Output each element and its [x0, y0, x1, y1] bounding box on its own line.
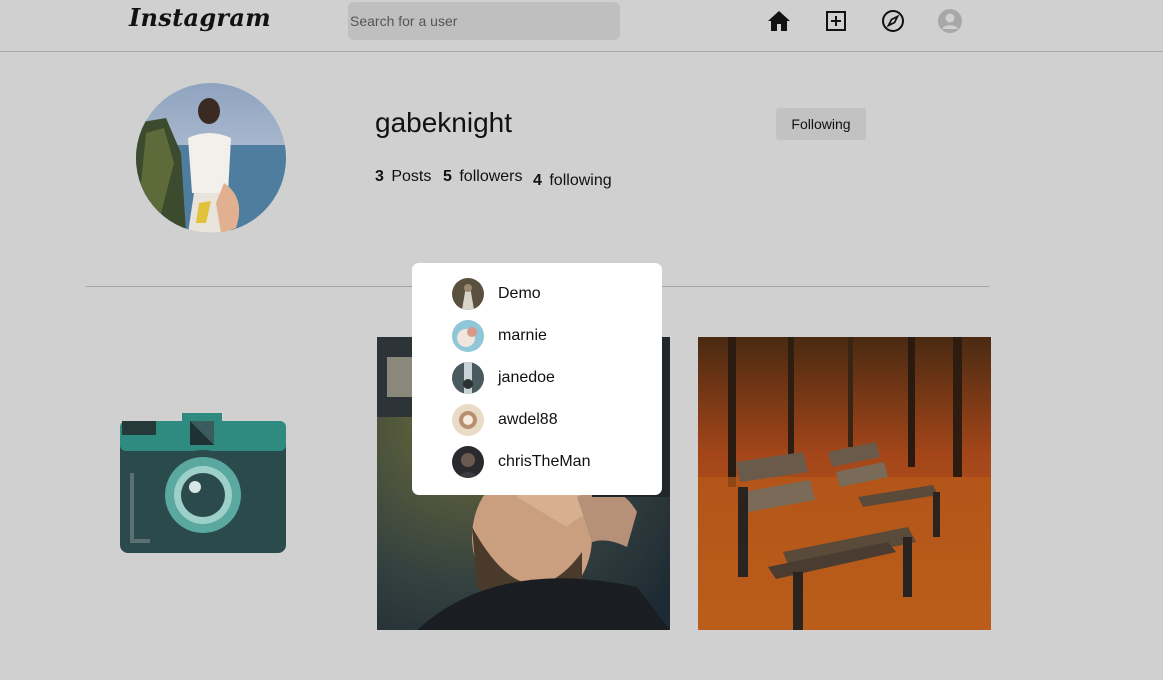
follower-avatar — [452, 446, 484, 478]
home-icon[interactable] — [766, 8, 792, 34]
profile-avatar — [136, 83, 286, 233]
search-input[interactable] — [348, 2, 620, 40]
instagram-logo[interactable]: Instagram — [129, 3, 271, 32]
follower-name: awdel88 — [498, 411, 558, 428]
camera-post-icon[interactable] — [120, 413, 286, 553]
top-navbar: Instagram — [0, 0, 1163, 52]
following-count-value: 4 — [533, 172, 542, 189]
follower-row-demo[interactable]: Demo — [452, 277, 652, 311]
follower-avatar — [452, 404, 484, 436]
follower-name: Demo — [498, 285, 541, 302]
followers-count[interactable]: 5 followers — [443, 168, 523, 186]
posts-count-label: Posts — [391, 168, 432, 185]
follower-name: marnie — [498, 327, 547, 344]
follower-name: chrisTheMan — [498, 453, 591, 470]
following-button[interactable]: Following — [776, 108, 866, 140]
explore-icon[interactable] — [880, 8, 906, 34]
profile-icon[interactable] — [937, 8, 963, 34]
follower-avatar — [452, 278, 484, 310]
following-count[interactable]: 4 following — [533, 172, 612, 190]
follower-row-awdel88[interactable]: awdel88 — [452, 403, 652, 437]
follower-name: janedoe — [498, 369, 555, 386]
posts-count-value: 3 — [375, 168, 384, 185]
followers-popup: Demo marnie janedoe awdel88 chrisTheMan — [412, 263, 662, 495]
follower-row-marnie[interactable]: marnie — [452, 319, 652, 353]
profile-username: gabeknight — [375, 107, 513, 138]
following-count-label: following — [549, 172, 612, 189]
follower-avatar — [452, 320, 484, 352]
followers-count-value: 5 — [443, 168, 452, 185]
follower-row-janedoe[interactable]: janedoe — [452, 361, 652, 395]
posts-count: 3 Posts — [375, 168, 431, 186]
post-autumn-bench[interactable] — [698, 337, 991, 630]
follower-avatar — [452, 362, 484, 394]
follower-row-christheman[interactable]: chrisTheMan — [452, 445, 652, 479]
followers-count-label: followers — [459, 168, 523, 185]
add-post-icon[interactable] — [823, 8, 849, 34]
